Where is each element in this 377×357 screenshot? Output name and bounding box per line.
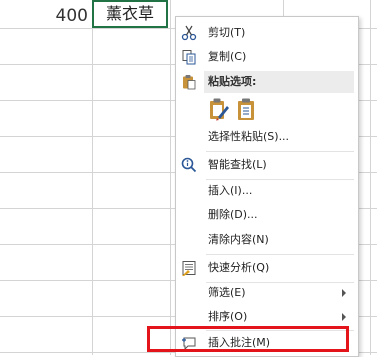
paste-values-icon[interactable] [236, 97, 258, 121]
submenu-arrow-icon [342, 313, 346, 321]
menu-item-label: 剪切(T) [208, 26, 246, 39]
highlight-box [147, 326, 349, 352]
menu-item-label: 智能查找(L) [208, 158, 267, 171]
menu-item-delete[interactable]: 删除(D)... [176, 203, 356, 227]
cell-number-value[interactable]: 400 [0, 3, 88, 29]
menu-item-label: 插入(I)... [208, 184, 253, 197]
menu-item-label: 清除内容(N) [208, 233, 269, 246]
menu-item-filter[interactable]: 筛选(E) [176, 281, 356, 305]
menu-item-quick-analysis[interactable]: 快速分析(Q) [176, 256, 356, 280]
paste-icon [181, 74, 197, 90]
menu-item-label: 快速分析(Q) [208, 261, 270, 274]
menu-item-smart-lookup[interactable]: 智能查找(L) [176, 153, 356, 177]
menu-item-label: 复制(C) [208, 50, 247, 63]
menu-separator [206, 151, 354, 152]
copy-icon [181, 49, 197, 65]
column-divider [170, 0, 171, 355]
menu-separator [206, 254, 354, 255]
menu-item-label: 选择性粘贴(S)... [208, 130, 290, 143]
menu-item-label: 删除(D)... [208, 208, 258, 221]
active-cell[interactable]: 薰衣草 [92, 0, 168, 28]
menu-item-clear-contents[interactable]: 清除内容(N) [176, 228, 356, 252]
quick-analysis-icon [181, 260, 197, 276]
smart-lookup-icon [181, 157, 197, 173]
menu-item-insert[interactable]: 插入(I)... [176, 179, 356, 203]
paste-options-label: 粘贴选项: [208, 75, 257, 88]
menu-item-paste-special[interactable]: 选择性粘贴(S)... [176, 125, 356, 149]
paste-formatting-icon[interactable] [208, 97, 230, 121]
submenu-arrow-icon [342, 289, 346, 297]
column-divider [92, 0, 93, 355]
column-divider [370, 0, 371, 355]
scissors-icon [181, 25, 197, 41]
menu-item-cut[interactable]: 剪切(T) [176, 21, 356, 45]
menu-item-label: 筛选(E) [208, 286, 246, 299]
paste-options-group [208, 97, 268, 123]
paste-options-header: 粘贴选项: [204, 71, 354, 93]
context-menu: 剪切(T) 复制(C) 粘贴选项: 选择性粘贴(S)... 智能查找(L) 插入… [175, 16, 359, 357]
menu-item-copy[interactable]: 复制(C) [176, 45, 356, 69]
